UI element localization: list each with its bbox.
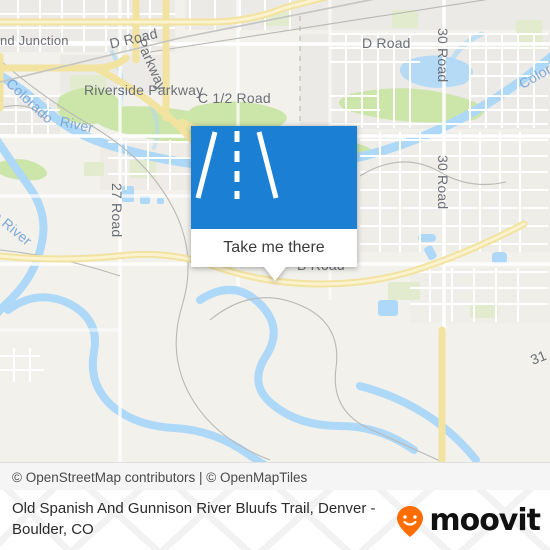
- take-me-there-button[interactable]: Take me there: [191, 229, 357, 267]
- place-title: Old Spanish And Gunnison River Bluufs Tr…: [12, 500, 376, 538]
- map-attribution-bar: © OpenStreetMap contributors | © OpenMap…: [0, 462, 550, 491]
- screenshot-root: nd Junction D Road D Road Riverside Park…: [0, 0, 550, 550]
- attribution-text[interactable]: © OpenStreetMap contributors | © OpenMap…: [12, 470, 307, 485]
- take-me-there-label: Take me there: [223, 239, 325, 256]
- map-popup-card[interactable]: Take me there: [191, 126, 357, 281]
- moovit-logo[interactable]: moovit: [393, 503, 541, 538]
- footer-bar: Old Spanish And Gunnison River Bluufs Tr…: [0, 490, 550, 550]
- moovit-wordmark: moovit: [429, 503, 541, 538]
- popup-pointer: [264, 267, 286, 281]
- moovit-pin-icon: [397, 506, 424, 537]
- road-icon: [195, 131, 279, 199]
- map-canvas[interactable]: nd Junction D Road D Road Riverside Park…: [0, 0, 550, 462]
- popup-image-pane: [191, 126, 357, 229]
